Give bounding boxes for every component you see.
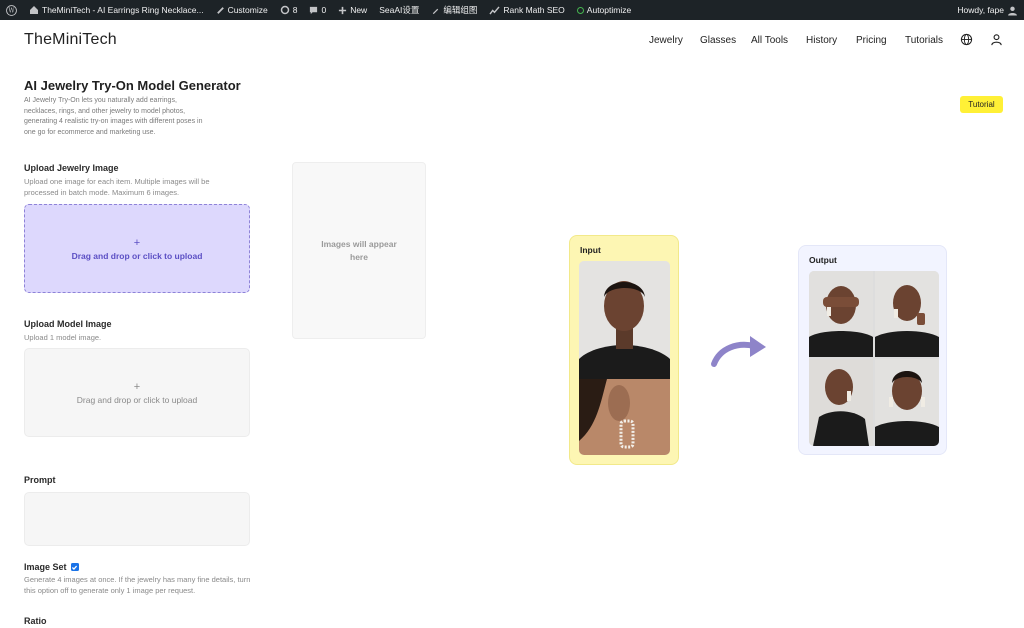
image-set-help: Generate 4 images at once. If the jewelr…	[24, 575, 251, 595]
jewelry-dropzone[interactable]: + Drag and drop or click to upload	[24, 204, 250, 293]
model-portrait-image	[579, 261, 670, 455]
pencil-icon	[433, 8, 439, 14]
edit-group-link[interactable]: 编辑组图	[425, 0, 483, 20]
svg-text:W: W	[8, 7, 15, 14]
rank-math-label: Rank Math SEO	[503, 5, 565, 15]
dropzone-text: Drag and drop or click to upload	[71, 250, 203, 261]
edit-group-label: 编辑组图	[443, 5, 478, 15]
upload-model-help: Upload 1 model image.	[24, 333, 102, 342]
site-brand[interactable]: TheMiniTech	[24, 31, 117, 49]
seaai-settings-link[interactable]: SeaAI设置	[373, 0, 425, 20]
wp-logo-menu[interactable]: W	[0, 0, 23, 20]
page-title: AI Jewelry Try-On Model Generator	[24, 78, 241, 93]
tutorial-button[interactable]: Tutorial	[960, 96, 1003, 113]
updates-link[interactable]: 8	[274, 0, 304, 20]
comments-link[interactable]: 0	[303, 0, 332, 20]
image-set-label: Image Set	[24, 562, 67, 572]
globe-icon[interactable]	[960, 33, 973, 46]
image-set-row: Image Set	[24, 562, 79, 572]
demo-output-card: Output	[798, 245, 947, 455]
upload-jewelry-help: Upload one image for each item. Multiple…	[24, 177, 210, 197]
rank-math-icon	[489, 5, 500, 15]
dropzone-text: Drag and drop or click to upload	[76, 394, 198, 405]
prompt-label: Prompt	[24, 475, 56, 485]
site-name-label: TheMiniTech - AI Earrings Ring Necklace.…	[42, 5, 204, 15]
home-icon	[30, 6, 38, 14]
customize-link[interactable]: Customize	[210, 0, 274, 20]
account-menu[interactable]: Howdy, fape	[951, 0, 1024, 20]
nav-history[interactable]: History	[806, 35, 837, 46]
check-icon	[71, 565, 78, 570]
output-grid	[809, 271, 939, 446]
plus-icon: +	[133, 236, 141, 249]
curved-arrow-icon	[711, 336, 766, 367]
model-dropzone[interactable]: + Drag and drop or click to upload	[24, 348, 250, 437]
new-content-link[interactable]: New	[332, 0, 373, 20]
howdy-label: Howdy, fape	[957, 5, 1004, 15]
comments-count: 0	[321, 5, 327, 15]
user-avatar-icon	[1008, 6, 1017, 15]
ratio-label: Ratio	[24, 616, 47, 626]
upload-model-label: Upload Model Image	[24, 319, 112, 329]
wp-admin-bar: W TheMiniTech - AI Earrings Ring Necklac…	[0, 0, 1024, 20]
prompt-textarea[interactable]	[24, 492, 250, 546]
results-placeholder-text: Images will appear here	[321, 239, 397, 262]
comment-icon	[310, 6, 318, 14]
nav-jewelry[interactable]: Jewelry	[649, 35, 683, 46]
nav-tutorials[interactable]: Tutorials	[905, 35, 943, 46]
output-label: Output	[809, 255, 837, 265]
input-label: Input	[580, 245, 601, 255]
output-photos-image	[809, 271, 939, 446]
autoptimize-label: Autoptimize	[586, 5, 632, 15]
updates-count: 8	[292, 5, 298, 15]
wordpress-icon: W	[6, 4, 17, 16]
autoptimize-link[interactable]: Autoptimize	[571, 0, 637, 20]
plus-icon: +	[133, 380, 141, 393]
seaai-label: SeaAI设置	[379, 5, 420, 15]
plus-icon	[339, 6, 347, 14]
status-dot-icon	[576, 6, 584, 14]
rank-math-link[interactable]: Rank Math SEO	[483, 0, 570, 20]
nav-pricing[interactable]: Pricing	[856, 35, 887, 46]
user-icon[interactable]	[990, 33, 1003, 46]
nav-glasses[interactable]: Glasses	[700, 35, 736, 46]
new-label: New	[350, 5, 368, 15]
brush-icon	[216, 6, 224, 14]
demo-input-card: Input	[569, 235, 679, 465]
page-description: AI Jewelry Try-On lets you naturally add…	[24, 97, 203, 136]
site-name-link[interactable]: TheMiniTech - AI Earrings Ring Necklace.…	[23, 0, 210, 20]
input-photo	[579, 261, 670, 455]
upload-jewelry-label: Upload Jewelry Image	[24, 163, 119, 173]
results-placeholder: Images will appear here	[292, 162, 426, 339]
image-set-checkbox[interactable]	[70, 563, 79, 571]
customize-label: Customize	[227, 5, 268, 15]
refresh-icon	[280, 5, 289, 15]
nav-all-tools[interactable]: All Tools	[751, 35, 788, 46]
